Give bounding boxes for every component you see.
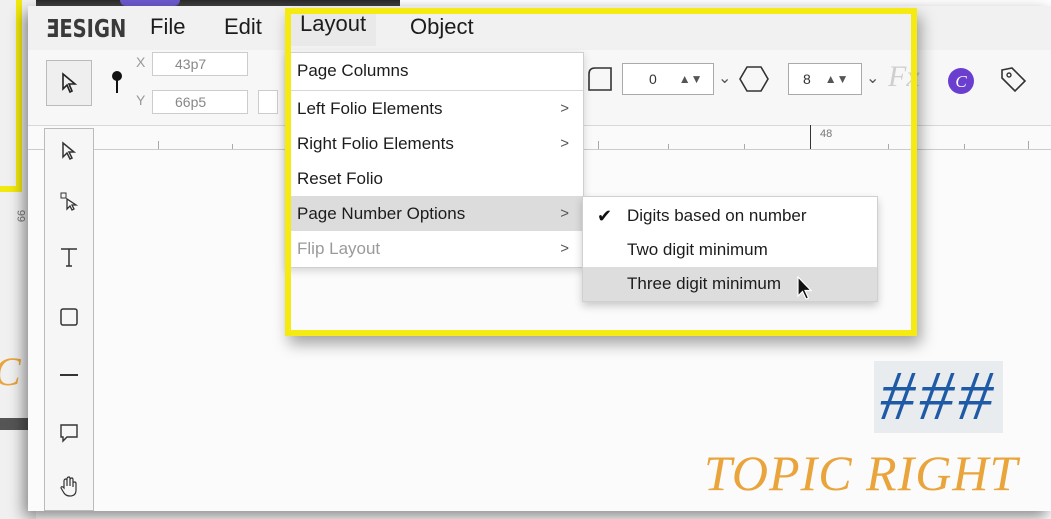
app-window: ƎESIGN File Edit Layout Object X 43p7 Y … [28, 6, 1051, 511]
chevron-right-icon: > [560, 100, 569, 117]
background-letter: C [0, 348, 21, 395]
background-highlight-edge [0, 186, 22, 192]
hand-tool[interactable] [45, 467, 93, 507]
direct-select-tool[interactable] [45, 131, 93, 171]
x-label: X [136, 54, 146, 70]
comment-tool[interactable] [45, 413, 93, 453]
topic-right-heading[interactable]: TOPIC RIGHT [704, 444, 1018, 502]
menu-item-right-folio-elements[interactable]: Right Folio Elements > [287, 126, 583, 161]
menu-item-label: Left Folio Elements [297, 99, 443, 118]
polygon-sides-field[interactable]: 8 ▲▼ [788, 63, 862, 95]
menu-item-page-columns[interactable]: Page Columns [287, 53, 583, 88]
menu-item-page-number-options[interactable]: Page Number Options > [287, 196, 583, 231]
corner-radius-value: 0 [649, 71, 657, 87]
text-tool[interactable] [45, 237, 93, 277]
page-number-submenu: ✔ Digits based on number Two digit minimu… [582, 196, 878, 302]
menu-item-label: Right Folio Elements [297, 134, 454, 153]
menu-item-label: Flip Layout [297, 239, 381, 258]
tools-panel [44, 128, 94, 511]
node-select-icon [60, 192, 79, 211]
folio-hash-placeholder[interactable]: ### [874, 361, 1003, 433]
chevron-right-icon: > [560, 240, 569, 257]
pin-icon[interactable] [110, 70, 124, 94]
corner-radius-icon [588, 67, 612, 91]
submenu-item-three-digit-minimum[interactable]: Three digit minimum [583, 267, 877, 301]
submenu-item-digits-based-on-number[interactable]: ✔ Digits based on number [583, 199, 877, 233]
x-field[interactable]: 43p7 [152, 52, 248, 76]
node-select-tool[interactable] [45, 181, 93, 221]
chevron-right-icon: > [560, 205, 569, 222]
left-ruler-mark: 66 [16, 209, 29, 223]
pointer-outline-icon [62, 141, 77, 161]
selection-tool-button[interactable] [46, 60, 92, 106]
svg-text:C: C [955, 72, 967, 91]
menu-item-label: Reset Folio [297, 169, 383, 188]
stepper-icon[interactable]: ▲▼ [825, 72, 849, 86]
app-logo: ƎESIGN [46, 14, 127, 43]
menubar: ƎESIGN File Edit Layout Object [28, 6, 1051, 50]
fx-icon[interactable]: Fx [888, 60, 920, 94]
height-field[interactable] [258, 90, 278, 114]
stepper-icon[interactable]: ▲▼ [679, 72, 703, 86]
pointer-icon [62, 72, 78, 94]
menu-item-label: Page Number Options [297, 204, 466, 223]
line-tool[interactable] [45, 355, 93, 395]
menu-item-label: Page Columns [297, 61, 409, 80]
submenu-item-label: Digits based on number [627, 206, 807, 225]
mouse-cursor-icon [797, 276, 813, 300]
chevron-down-icon[interactable]: ⌄ [718, 68, 731, 88]
menu-layout[interactable]: Layout [290, 10, 377, 46]
speech-bubble-icon [60, 424, 78, 443]
hand-icon [60, 476, 77, 497]
menu-item-flip-layout[interactable]: Flip Layout > [287, 231, 583, 266]
menu-object[interactable]: Object [410, 14, 474, 40]
menu-edit[interactable]: Edit [224, 14, 262, 40]
ruler-mark: 48 [820, 128, 833, 140]
submenu-item-label: Two digit minimum [627, 240, 768, 259]
polygon-sides-value: 8 [803, 71, 811, 87]
y-field[interactable]: 66p5 [152, 90, 248, 114]
line-icon [60, 374, 78, 376]
menu-item-left-folio-elements[interactable]: Left Folio Elements > [287, 91, 583, 126]
submenu-item-label: Three digit minimum [627, 274, 781, 293]
layout-menu: Page Columns Left Folio Elements > Right … [286, 52, 584, 268]
rectangle-tool[interactable] [45, 297, 93, 337]
tag-icon[interactable] [998, 64, 1028, 94]
y-label: Y [136, 92, 146, 108]
text-icon [61, 248, 77, 267]
polygon-icon [739, 66, 769, 92]
corner-radius-field[interactable]: 0 ▲▼ [622, 63, 714, 95]
chevron-right-icon: > [560, 135, 569, 152]
rectangle-icon [60, 308, 78, 326]
menu-item-reset-folio[interactable]: Reset Folio [287, 161, 583, 196]
background-highlight-edge [16, 0, 22, 192]
menu-file[interactable]: File [150, 14, 185, 40]
submenu-item-two-digit-minimum[interactable]: Two digit minimum [583, 233, 877, 267]
canva-icon[interactable]: C [946, 66, 976, 96]
chevron-down-icon[interactable]: ⌄ [866, 68, 879, 88]
checkmark-icon: ✔ [597, 206, 613, 226]
